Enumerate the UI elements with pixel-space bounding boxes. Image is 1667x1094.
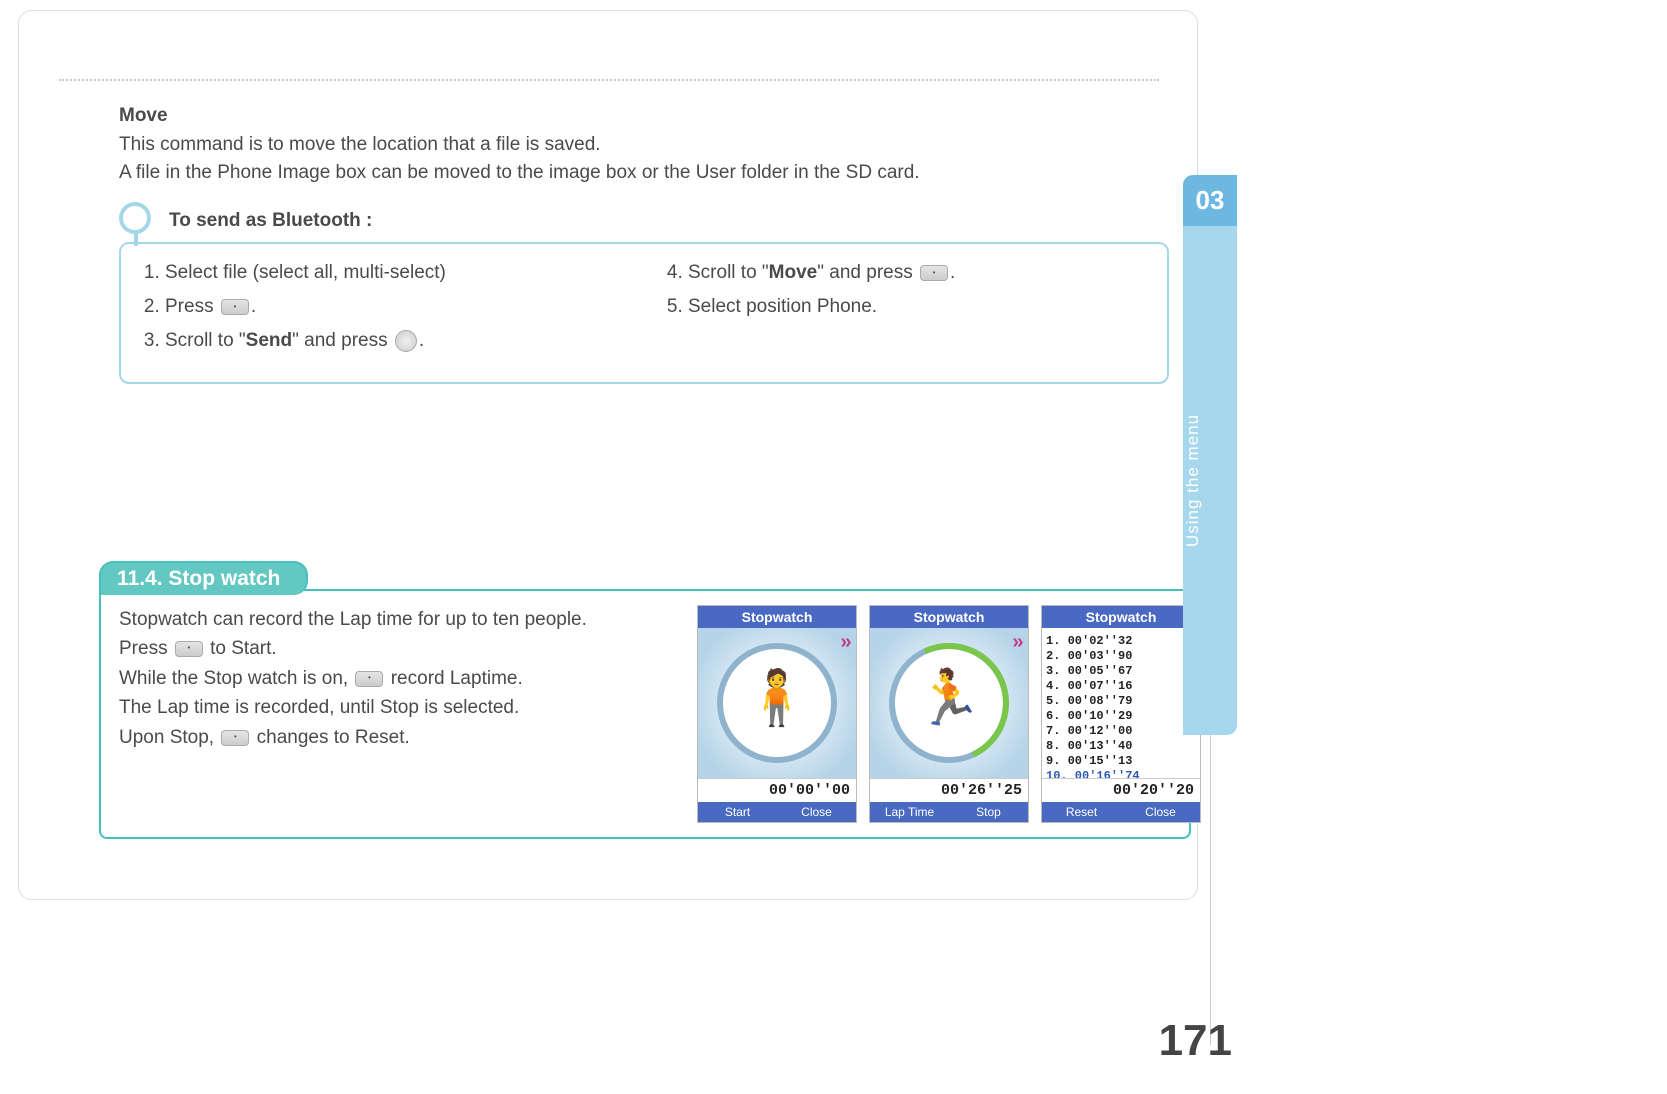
screen-1-right-softkey: Close: [777, 802, 856, 822]
screen-1: Stopwatch » 🧍 00'00''00 Start Close: [697, 605, 857, 823]
softkey-icon: [221, 299, 249, 315]
running-figure-icon: 🏃: [915, 676, 982, 730]
side-tab: 03 Using the menu: [1183, 175, 1237, 735]
screen-1-dial: » 🧍: [698, 628, 856, 778]
callout-label: To send as Bluetooth :: [169, 210, 372, 231]
screen-2-time: 00'26''25: [870, 778, 1028, 802]
screen-1-time: 00'00''00: [698, 778, 856, 802]
content-area: Move This command is to move the locatio…: [119, 105, 1169, 384]
screen-3-title: Stopwatch: [1042, 606, 1200, 628]
lap-row: 6. 00'10''29: [1046, 709, 1196, 724]
step-2: Press .: [165, 296, 624, 318]
callout-header: To send as Bluetooth :: [163, 204, 1169, 242]
lap-row: 9. 00'15''13: [1046, 754, 1196, 769]
page-frame: Move This command is to move the locatio…: [18, 10, 1198, 900]
lap-row: 5. 00'08''79: [1046, 694, 1196, 709]
page-number: 171: [1159, 1016, 1232, 1066]
screen-2-left-softkey: Lap Time: [870, 802, 949, 822]
screen-3-time: 00'20''20: [1042, 778, 1200, 802]
lap-row: 3. 00'05''67: [1046, 664, 1196, 679]
arrows-icon: »: [1012, 632, 1024, 655]
lap-row: 4. 00'07''16: [1046, 679, 1196, 694]
screen-3-laplist: 1. 00'02''32 2. 00'03''90 3. 00'05''67 4…: [1042, 628, 1200, 778]
lap-row: 1. 00'02''32: [1046, 634, 1196, 649]
softkey-icon: [355, 671, 383, 687]
lap-row: 2. 00'03''90: [1046, 649, 1196, 664]
screen-2-right-softkey: Stop: [949, 802, 1028, 822]
stopwatch-text: Stopwatch can record the Lap time for up…: [119, 605, 679, 752]
lap-row: 8. 00'13''40: [1046, 739, 1196, 754]
screen-2-dial: » 🏃: [870, 628, 1028, 778]
screen-2: Stopwatch » 🏃 00'26''25 Lap Time Stop: [869, 605, 1029, 823]
softkey-icon: [221, 730, 249, 746]
standing-figure-icon: 🧍: [743, 676, 810, 730]
chapter-label-tab: Using the menu: [1183, 226, 1237, 735]
screen-1-left-softkey: Start: [698, 802, 777, 822]
stopwatch-heading-tab: 11.4. Stop watch: [99, 561, 308, 595]
screen-3-left-softkey: Reset: [1042, 802, 1121, 822]
ok-key-icon: [395, 330, 417, 352]
sw-line-2: Press to Start.: [119, 634, 679, 663]
screen-3-right-softkey: Close: [1121, 802, 1200, 822]
callout-box: Select file (select all, multi-select) P…: [119, 242, 1169, 384]
stopwatch-section: 11.4. Stop watch Stopwatch can record th…: [99, 589, 1191, 839]
sw-line-3: While the Stop watch is on, record Lapti…: [119, 664, 679, 693]
step-1: Select file (select all, multi-select): [165, 262, 624, 284]
stopwatch-inner: Stopwatch can record the Lap time for up…: [101, 591, 1189, 837]
sw-line-1: Stopwatch can record the Lap time for up…: [119, 605, 679, 634]
screen-2-title: Stopwatch: [870, 606, 1028, 628]
sw-line-5: Upon Stop, changes to Reset.: [119, 723, 679, 752]
separator-dotted: [59, 79, 1159, 81]
bluetooth-callout: To send as Bluetooth : Select file (sele…: [119, 204, 1169, 384]
sw-line-4: The Lap time is recorded, until Stop is …: [119, 693, 679, 722]
stopwatch-screens: Stopwatch » 🧍 00'00''00 Start Close Stop…: [697, 605, 1201, 823]
move-heading: Move: [119, 105, 1169, 127]
lap-row: 7. 00'12''00: [1046, 724, 1196, 739]
callout-ring-icon: [119, 202, 151, 234]
move-desc-1: This command is to move the location tha…: [119, 131, 1169, 159]
softkey-icon: [175, 641, 203, 657]
step-3: Scroll to "Send" and press .: [165, 330, 624, 352]
arrows-icon: »: [840, 632, 852, 655]
screen-3: Stopwatch 1. 00'02''32 2. 00'03''90 3. 0…: [1041, 605, 1201, 823]
softkey-icon: [920, 265, 948, 281]
callout-col-left: Select file (select all, multi-select) P…: [141, 262, 624, 364]
step-4: Scroll to "Move" and press .: [688, 262, 1147, 284]
move-desc-2: A file in the Phone Image box can be mov…: [119, 159, 1169, 187]
screen-1-title: Stopwatch: [698, 606, 856, 628]
callout-col-right: Scroll to "Move" and press . Select posi…: [664, 262, 1147, 364]
chapter-number-tab: 03: [1183, 175, 1237, 226]
step-5: Select position Phone.: [688, 296, 1147, 318]
